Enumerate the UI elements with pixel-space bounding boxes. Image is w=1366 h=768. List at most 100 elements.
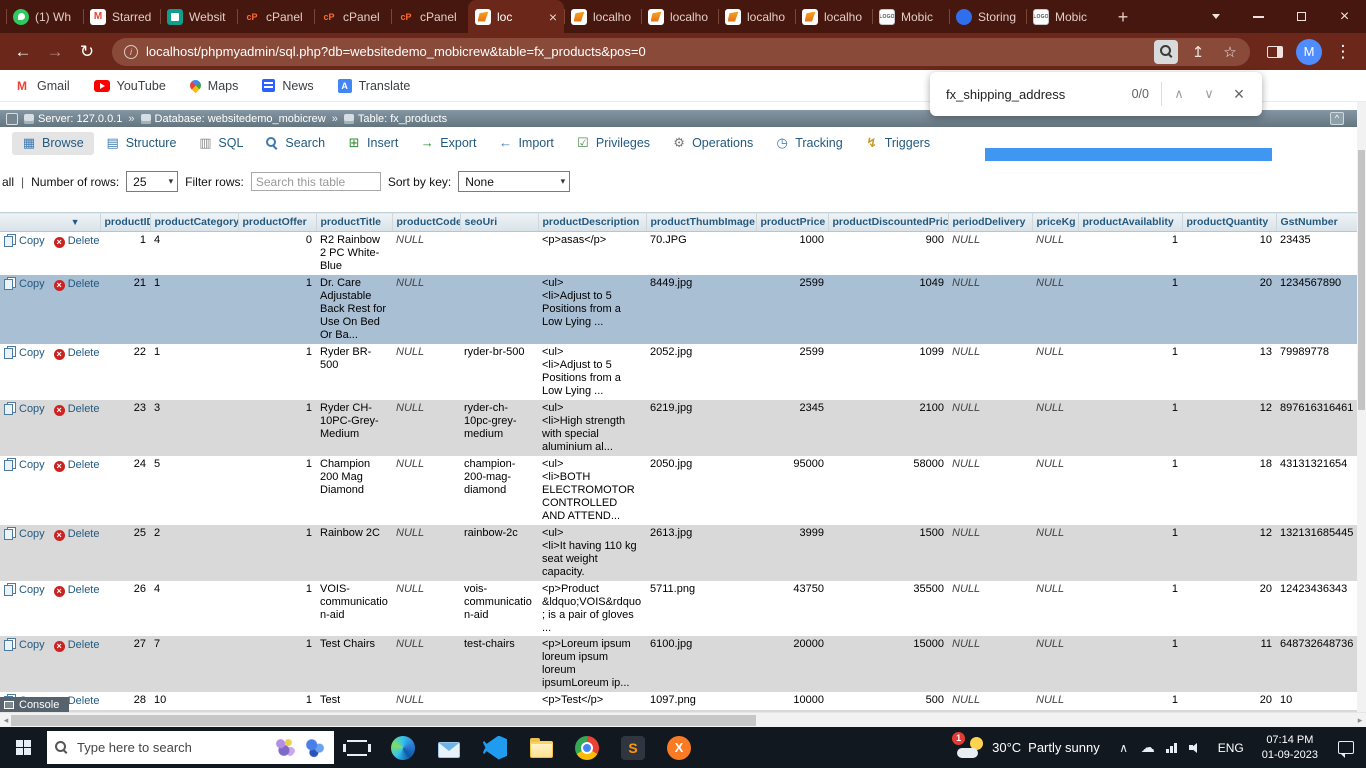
network-icon[interactable] (1160, 727, 1184, 768)
tab-search-button[interactable] (1194, 0, 1237, 33)
browser-tab[interactable]: localho (718, 0, 795, 33)
column-header-productPrice[interactable]: productPrice (756, 213, 828, 232)
column-header-GstNumber[interactable]: GstNumber (1276, 213, 1366, 232)
bookmark-star-icon[interactable]: ☆ (1218, 43, 1242, 61)
bookmark-youtube[interactable]: YouTube (94, 79, 166, 93)
table-row[interactable]: CopyDelete28101TestNULL<p>Test</p>1097.p… (0, 692, 1366, 710)
close-button[interactable]: × (1323, 0, 1366, 33)
taskbar-clock[interactable]: 07:14 PM 01-09-2023 (1254, 733, 1326, 762)
row-delete-link[interactable]: Delete (68, 459, 100, 471)
column-header-productThumbImage[interactable]: productThumbImage (646, 213, 756, 232)
find-previous-button[interactable]: ∧ (1164, 79, 1194, 109)
browser-tab[interactable]: cPanel (237, 0, 314, 33)
find-input[interactable]: fx_shipping_address (946, 87, 1132, 102)
column-header-productCategory[interactable]: productCategory (150, 213, 238, 232)
row-copy-link[interactable]: Copy (19, 584, 45, 596)
row-delete-link[interactable]: Delete (68, 278, 100, 290)
browser-tab[interactable]: localho (795, 0, 872, 33)
taskbar-app-mail[interactable] (426, 727, 472, 768)
browser-tab[interactable]: Mobic (1026, 0, 1103, 33)
actions-column-header[interactable]: ▼ (0, 213, 100, 232)
maximize-button[interactable] (1280, 0, 1323, 33)
forward-button[interactable]: → (40, 37, 70, 67)
row-delete-link[interactable]: Delete (68, 695, 100, 707)
pma-tab-tracking[interactable]: Tracking (765, 132, 852, 155)
vertical-scrollbar-thumb[interactable] (1358, 150, 1365, 410)
minimize-button[interactable] (1237, 0, 1280, 33)
taskbar-app-xampp[interactable] (656, 727, 702, 768)
browser-tab[interactable]: cPanel (314, 0, 391, 33)
back-button[interactable]: ← (8, 37, 38, 67)
browser-tab[interactable]: cPanel (391, 0, 468, 33)
taskbar-app-sublime[interactable] (610, 727, 656, 768)
table-row[interactable]: CopyDelete2521Rainbow 2CNULLrainbow-2c<u… (0, 525, 1366, 581)
row-copy-link[interactable]: Copy (19, 235, 45, 247)
scroll-top-button[interactable]: ^ (1330, 112, 1344, 125)
bookmark-maps[interactable]: Maps (190, 79, 239, 93)
pma-tab-operations[interactable]: Operations (662, 132, 763, 155)
menu-kebab-icon[interactable]: ⋮ (1328, 37, 1358, 67)
row-delete-link[interactable]: Delete (68, 528, 100, 540)
column-header-productTitle[interactable]: productTitle (316, 213, 392, 232)
taskbar-search-box[interactable]: Type here to search (47, 731, 334, 764)
column-header-productDiscountedPrice[interactable]: productDiscountedPrice (828, 213, 948, 232)
hidden-icons-button[interactable]: ∧ (1112, 727, 1136, 768)
horizontal-scrollbar[interactable]: ◂ ▸ (0, 712, 1366, 727)
column-header-seoUri[interactable]: seoUri (460, 213, 538, 232)
browser-tab[interactable]: (1) Wh (6, 0, 83, 33)
row-copy-link[interactable]: Copy (19, 459, 45, 471)
row-delete-link[interactable]: Delete (68, 235, 100, 247)
pma-tab-insert[interactable]: Insert (337, 132, 408, 155)
find-active-button[interactable] (1154, 40, 1178, 64)
row-delete-link[interactable]: Delete (68, 403, 100, 415)
table-row[interactable]: CopyDelete2211Ryder BR-500NULLryder-br-5… (0, 344, 1366, 400)
column-header-productQuantity[interactable]: productQuantity (1182, 213, 1276, 232)
taskbar-app-edge[interactable] (380, 727, 426, 768)
browser-tab[interactable]: localho (641, 0, 718, 33)
start-button[interactable] (0, 727, 47, 768)
browser-tab[interactable]: loc× (468, 0, 564, 33)
bookmark-gmail[interactable]: Gmail (14, 78, 70, 94)
side-panel-button[interactable] (1260, 37, 1290, 67)
row-copy-link[interactable]: Copy (19, 403, 45, 415)
table-row[interactable]: CopyDelete2331Ryder CH-10PC-Grey-MediumN… (0, 400, 1366, 456)
action-center-button[interactable] (1326, 727, 1366, 768)
pma-tab-structure[interactable]: Structure (96, 132, 187, 155)
breadcrumb-table-link[interactable]: Table: fx_products (344, 113, 447, 125)
vertical-scrollbar[interactable] (1357, 102, 1366, 712)
column-header-productAvailablity[interactable]: productAvailablity (1078, 213, 1182, 232)
breadcrumb-database-link[interactable]: Database: websitedemo_mobicrew (141, 113, 326, 125)
refresh-button[interactable]: ↻ (72, 37, 102, 67)
filter-input[interactable] (251, 172, 381, 191)
site-info-icon[interactable]: i (124, 45, 138, 59)
pma-tab-import[interactable]: Import (488, 132, 563, 155)
pma-tab-browse[interactable]: Browse (12, 132, 94, 155)
pma-tab-sql[interactable]: SQL (188, 132, 253, 155)
row-copy-link[interactable]: Copy (19, 528, 45, 540)
pma-tab-export[interactable]: Export (410, 132, 486, 155)
tab-close-icon[interactable]: × (549, 10, 557, 24)
taskbar-weather-widget[interactable]: 1 30°C Partly sunny (945, 736, 1112, 760)
pma-console-toggle[interactable]: Console (0, 697, 69, 712)
table-row[interactable]: CopyDelete2451Champion 200 Mag DiamondNU… (0, 456, 1366, 525)
browser-tab[interactable]: Starred (83, 0, 160, 33)
profile-avatar[interactable]: M (1296, 39, 1322, 65)
pma-menu-icon[interactable] (6, 113, 18, 125)
language-indicator[interactable]: ENG (1208, 741, 1254, 755)
sort-key-select[interactable]: None▾ (458, 171, 570, 192)
taskbar-app-vscode[interactable] (472, 727, 518, 768)
onedrive-cloud-icon[interactable]: ☁ (1136, 727, 1160, 768)
address-bar[interactable]: i localhost/phpmyadmin/sql.php?db=websit… (112, 38, 1250, 66)
browser-tab[interactable]: Mobic (872, 0, 949, 33)
show-all-label-partial[interactable]: all (2, 175, 14, 189)
browser-tab[interactable]: Websit (160, 0, 237, 33)
table-row[interactable]: CopyDelete2641VOIS-communication-aidNULL… (0, 581, 1366, 637)
share-icon[interactable]: ↥ (1186, 43, 1210, 61)
column-header-priceKg[interactable]: priceKg (1032, 213, 1078, 232)
table-row[interactable]: CopyDelete2111Dr. Care Adjustable Back R… (0, 275, 1366, 344)
find-next-button[interactable]: ∨ (1194, 79, 1224, 109)
taskbar-app-task-view[interactable] (334, 727, 380, 768)
pma-tab-privileges[interactable]: Privileges (566, 132, 660, 155)
column-header-productDescription[interactable]: productDescription (538, 213, 646, 232)
table-row[interactable]: CopyDelete140R2 Rainbow 2 PC White-BlueN… (0, 232, 1366, 275)
